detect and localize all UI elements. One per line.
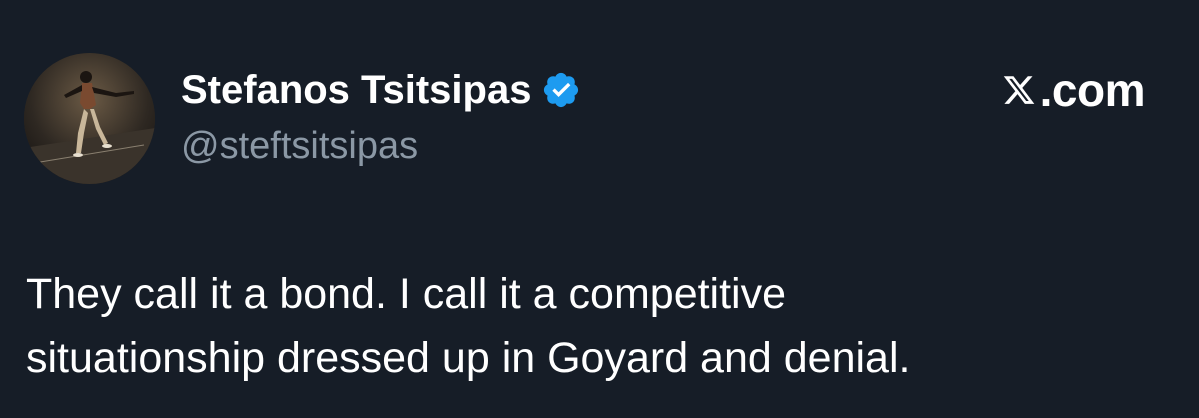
brand-domain-suffix: .com	[1039, 64, 1146, 116]
tweet-text-line: They call it a bond. I call it a competi…	[26, 270, 787, 318]
tweet-card: Stefanos Tsitsipas @steftsitsipas .com T…	[0, 0, 1199, 418]
brand-logo: .com	[1002, 62, 1146, 118]
verified-badge-icon	[541, 70, 581, 110]
tweet-text: They call it a bond. I call it a competi…	[26, 262, 1166, 390]
tweet-text-line: situationship dressed up in Goyard and d…	[26, 334, 911, 382]
author-display-name[interactable]: Stefanos Tsitsipas	[181, 68, 531, 113]
author-handle[interactable]: @steftsitsipas	[181, 125, 418, 168]
avatar-photo	[24, 53, 155, 184]
author-name-row: Stefanos Tsitsipas	[181, 66, 581, 114]
avatar[interactable]	[24, 53, 155, 184]
x-logo-icon	[1002, 72, 1036, 108]
